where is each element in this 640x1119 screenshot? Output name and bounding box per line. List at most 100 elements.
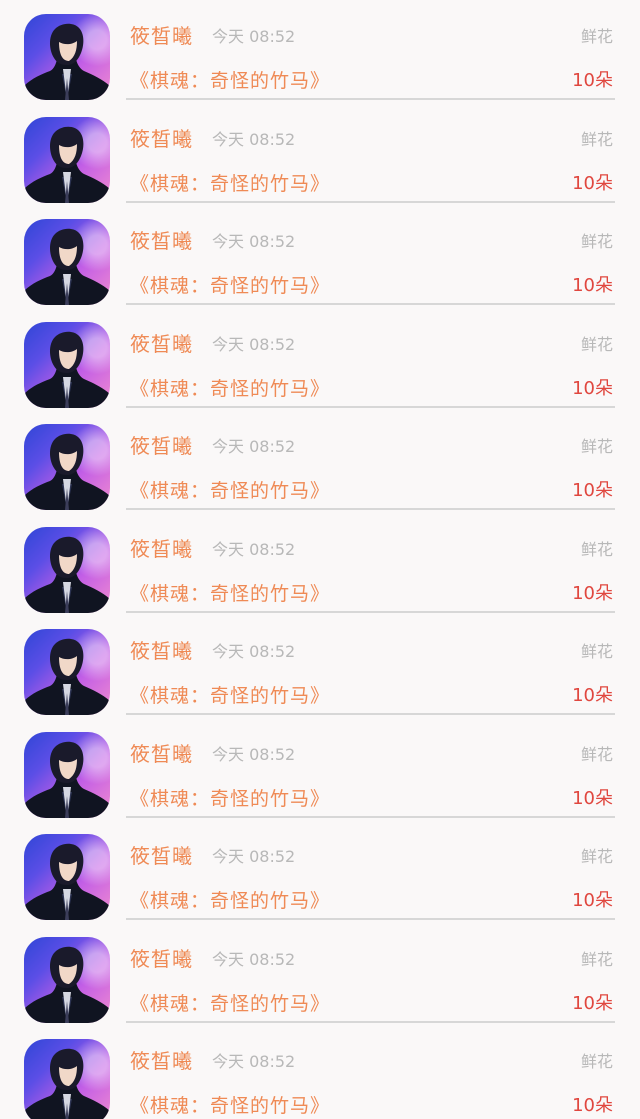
gift-record-row[interactable]: 筱晳曦 今天 08:52 鲜花 《棋魂：奇怪的竹马》 10朵 <box>0 718 640 821</box>
record-content: 筱晳曦 今天 08:52 鲜花 《棋魂：奇怪的竹马》 10朵 <box>126 923 615 1023</box>
user-name[interactable]: 筱晳曦 <box>130 328 193 357</box>
record-time: 今天 08:52 <box>212 539 296 559</box>
record-content: 筱晳曦 今天 08:52 鲜花 《棋魂：奇怪的竹马》 10朵 <box>126 308 615 408</box>
person-avatar-icon <box>24 23 110 100</box>
user-name[interactable]: 筱晳曦 <box>130 123 193 152</box>
gift-type-label: 鲜花 <box>580 744 613 764</box>
record-content: 筱晳曦 今天 08:52 鲜花 《棋魂：奇怪的竹马》 10朵 <box>126 410 615 510</box>
user-name[interactable]: 筱晳曦 <box>130 738 193 767</box>
book-title[interactable]: 《棋魂：奇怪的竹马》 <box>130 989 330 1016</box>
record-time: 今天 08:52 <box>212 27 296 46</box>
user-name[interactable]: 筱晳曦 <box>130 943 193 972</box>
record-content: 筱晳曦 今天 08:52 鲜花 《棋魂：奇怪的竹马》 10朵 <box>126 205 615 305</box>
record-content: 筱晳曦 今天 08:52 鲜花 《棋魂：奇怪的竹马》 10朵 <box>126 718 615 818</box>
gift-count: 10朵 <box>572 377 613 399</box>
user-name[interactable]: 筱晳曦 <box>130 20 193 49</box>
record-content: 筱晳曦 今天 08:52 鲜花 《棋魂：奇怪的竹马》 10朵 <box>126 103 615 203</box>
record-time: 今天 08:52 <box>212 129 296 149</box>
record-content: 筱晳曦 今天 08:52 鲜花 《棋魂：奇怪的竹马》 10朵 <box>126 615 615 715</box>
user-avatar[interactable] <box>24 526 110 613</box>
user-avatar[interactable] <box>24 834 110 920</box>
record-time: 今天 08:52 <box>212 847 296 866</box>
book-title[interactable]: 《棋魂：奇怪的竹马》 <box>130 784 330 811</box>
gift-type-label: 鲜花 <box>580 1052 613 1071</box>
gift-record-list: 筱晳曦 今天 08:52 鲜花 《棋魂：奇怪的竹马》 10朵 筱晳曦 今天 08… <box>0 0 640 1119</box>
user-avatar[interactable] <box>24 731 110 818</box>
user-avatar[interactable] <box>24 936 110 1023</box>
user-name[interactable]: 筱晳曦 <box>130 533 193 562</box>
record-content: 筱晳曦 今天 08:52 鲜花 《棋魂：奇怪的竹马》 10朵 <box>126 0 615 100</box>
user-name[interactable]: 筱晳曦 <box>130 1045 193 1074</box>
book-title[interactable]: 《棋魂：奇怪的竹马》 <box>130 271 330 298</box>
gift-type-label: 鲜花 <box>580 847 613 866</box>
person-avatar-icon <box>24 126 110 203</box>
book-title[interactable]: 《棋魂：奇怪的竹马》 <box>130 169 330 196</box>
person-avatar-icon <box>24 843 110 920</box>
gift-record-row[interactable]: 筱晳曦 今天 08:52 鲜花 《棋魂：奇怪的竹马》 10朵 <box>0 410 640 513</box>
gift-count: 10朵 <box>572 582 613 604</box>
record-time: 今天 08:52 <box>212 1052 296 1071</box>
book-title[interactable]: 《棋魂：奇怪的竹马》 <box>130 66 330 93</box>
book-title[interactable]: 《棋魂：奇怪的竹马》 <box>130 1091 330 1118</box>
person-avatar-icon <box>24 638 110 715</box>
gift-type-label: 鲜花 <box>580 539 613 559</box>
gift-record-row[interactable]: 筱晳曦 今天 08:52 鲜花 《棋魂：奇怪的竹马》 10朵 <box>0 308 640 411</box>
gift-record-row[interactable]: 筱晳曦 今天 08:52 鲜花 《棋魂：奇怪的竹马》 10朵 <box>0 820 640 923</box>
gift-type-label: 鲜花 <box>580 232 613 251</box>
record-time: 今天 08:52 <box>212 232 296 251</box>
gift-count: 10朵 <box>572 890 613 911</box>
user-avatar[interactable] <box>24 14 110 100</box>
user-name[interactable]: 筱晳曦 <box>130 430 193 459</box>
user-avatar[interactable] <box>24 219 110 305</box>
record-content: 筱晳曦 今天 08:52 鲜花 《棋魂：奇怪的竹马》 10朵 <box>126 1025 615 1119</box>
book-title[interactable]: 《棋魂：奇怪的竹马》 <box>130 681 330 708</box>
user-name[interactable]: 筱晳曦 <box>130 635 193 664</box>
gift-count: 10朵 <box>572 275 613 296</box>
record-content: 筱晳曦 今天 08:52 鲜花 《棋魂：奇怪的竹马》 10朵 <box>126 513 615 613</box>
record-time: 今天 08:52 <box>212 949 296 969</box>
gift-type-label: 鲜花 <box>580 642 613 661</box>
record-time: 今天 08:52 <box>212 744 296 764</box>
gift-type-label: 鲜花 <box>580 129 613 149</box>
gift-record-row[interactable]: 筱晳曦 今天 08:52 鲜花 《棋魂：奇怪的竹马》 10朵 <box>0 103 640 206</box>
user-name[interactable]: 筱晳曦 <box>130 225 193 254</box>
gift-count: 10朵 <box>572 787 613 809</box>
user-avatar[interactable] <box>24 1039 110 1119</box>
user-avatar[interactable] <box>24 629 110 715</box>
user-avatar[interactable] <box>24 116 110 203</box>
person-avatar-icon <box>24 741 110 818</box>
book-title[interactable]: 《棋魂：奇怪的竹马》 <box>130 374 330 401</box>
record-time: 今天 08:52 <box>212 437 296 456</box>
person-avatar-icon <box>24 536 110 613</box>
gift-count: 10朵 <box>572 70 613 91</box>
gift-record-row[interactable]: 筱晳曦 今天 08:52 鲜花 《棋魂：奇怪的竹马》 10朵 <box>0 923 640 1026</box>
person-avatar-icon <box>24 946 110 1023</box>
user-name[interactable]: 筱晳曦 <box>130 840 193 869</box>
book-title[interactable]: 《棋魂：奇怪的竹马》 <box>130 579 330 606</box>
person-avatar-icon <box>24 331 110 408</box>
book-title[interactable]: 《棋魂：奇怪的竹马》 <box>130 476 330 503</box>
record-time: 今天 08:52 <box>212 334 296 354</box>
gift-type-label: 鲜花 <box>580 27 613 46</box>
gift-record-row[interactable]: 筱晳曦 今天 08:52 鲜花 《棋魂：奇怪的竹马》 10朵 <box>0 0 640 103</box>
record-content: 筱晳曦 今天 08:52 鲜花 《棋魂：奇怪的竹马》 10朵 <box>126 820 615 920</box>
record-time: 今天 08:52 <box>212 642 296 661</box>
book-title[interactable]: 《棋魂：奇怪的竹马》 <box>130 886 330 913</box>
gift-count: 10朵 <box>572 1095 613 1116</box>
gift-type-label: 鲜花 <box>580 437 613 456</box>
gift-type-label: 鲜花 <box>580 334 613 354</box>
gift-type-label: 鲜花 <box>580 949 613 969</box>
gift-count: 10朵 <box>572 480 613 501</box>
person-avatar-icon <box>24 228 110 305</box>
person-avatar-icon <box>24 1048 110 1119</box>
gift-count: 10朵 <box>572 172 613 194</box>
gift-record-row[interactable]: 筱晳曦 今天 08:52 鲜花 《棋魂：奇怪的竹马》 10朵 <box>0 513 640 616</box>
user-avatar[interactable] <box>24 424 110 510</box>
gift-record-row[interactable]: 筱晳曦 今天 08:52 鲜花 《棋魂：奇怪的竹马》 10朵 <box>0 205 640 308</box>
gift-record-row[interactable]: 筱晳曦 今天 08:52 鲜花 《棋魂：奇怪的竹马》 10朵 <box>0 1025 640 1119</box>
gift-count: 10朵 <box>572 992 613 1014</box>
user-avatar[interactable] <box>24 321 110 408</box>
gift-record-row[interactable]: 筱晳曦 今天 08:52 鲜花 《棋魂：奇怪的竹马》 10朵 <box>0 615 640 718</box>
gift-count: 10朵 <box>572 685 613 706</box>
person-avatar-icon <box>24 433 110 510</box>
